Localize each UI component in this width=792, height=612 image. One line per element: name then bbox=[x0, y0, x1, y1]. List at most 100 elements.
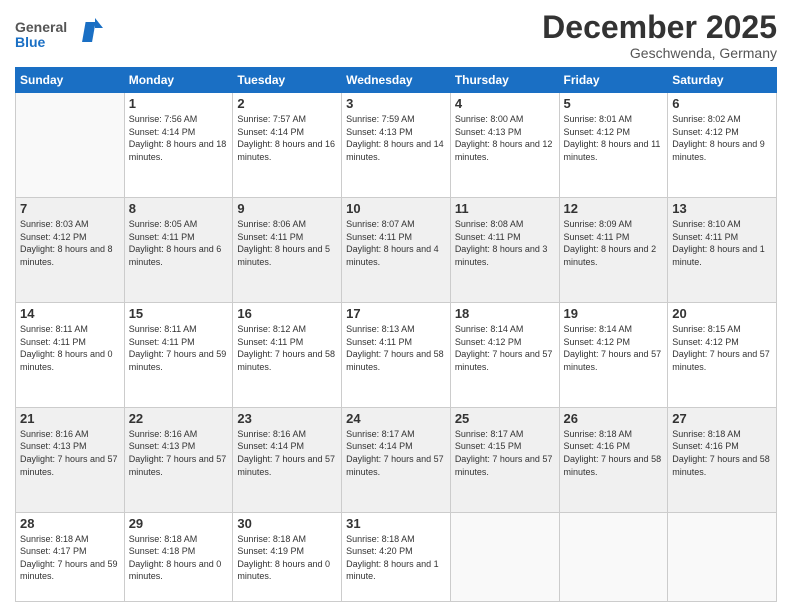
day-info: Sunrise: 8:18 AMSunset: 4:16 PMDaylight:… bbox=[672, 428, 772, 478]
day-number: 20 bbox=[672, 306, 772, 321]
calendar-cell: 12 Sunrise: 8:09 AMSunset: 4:11 PMDayligh… bbox=[559, 198, 668, 303]
day-number: 7 bbox=[20, 201, 120, 216]
calendar-cell bbox=[450, 512, 559, 601]
day-info: Sunrise: 7:59 AMSunset: 4:13 PMDaylight:… bbox=[346, 113, 446, 163]
day-number: 26 bbox=[564, 411, 664, 426]
logo-text: General Blue bbox=[15, 14, 105, 57]
calendar-week-row: 1 Sunrise: 7:56 AMSunset: 4:14 PMDaylight… bbox=[16, 93, 777, 198]
day-number: 3 bbox=[346, 96, 446, 111]
day-info: Sunrise: 8:06 AMSunset: 4:11 PMDaylight:… bbox=[237, 218, 337, 268]
calendar-cell: 28Sunrise: 8:18 AMSunset: 4:17 PMDayligh… bbox=[16, 512, 125, 601]
logo: General Blue bbox=[15, 14, 105, 57]
day-number: 14 bbox=[20, 306, 120, 321]
calendar-cell: 18Sunrise: 8:14 AMSunset: 4:12 PMDayligh… bbox=[450, 302, 559, 407]
day-number: 22 bbox=[129, 411, 229, 426]
day-number: 12 bbox=[564, 201, 664, 216]
day-info: Sunrise: 8:11 AMSunset: 4:11 PMDaylight:… bbox=[20, 323, 120, 373]
calendar-cell: 3 Sunrise: 7:59 AMSunset: 4:13 PMDaylight… bbox=[342, 93, 451, 198]
calendar-cell: 13 Sunrise: 8:10 AMSunset: 4:11 PMDayligh… bbox=[668, 198, 777, 303]
calendar-cell: 4 Sunrise: 8:00 AMSunset: 4:13 PMDaylight… bbox=[450, 93, 559, 198]
header-friday: Friday bbox=[559, 68, 668, 93]
month-title: December 2025 bbox=[542, 10, 777, 45]
page: General Blue December 2025 Geschwenda, G… bbox=[0, 0, 792, 612]
day-number: 19 bbox=[564, 306, 664, 321]
calendar-cell: 20 Sunrise: 8:15 AMSunset: 4:12 PMDayligh… bbox=[668, 302, 777, 407]
day-number: 9 bbox=[237, 201, 337, 216]
day-number: 30 bbox=[237, 516, 337, 531]
day-number: 29 bbox=[129, 516, 229, 531]
day-number: 13 bbox=[672, 201, 772, 216]
calendar-cell: 29 Sunrise: 8:18 AMSunset: 4:18 PMDayligh… bbox=[124, 512, 233, 601]
header-wednesday: Wednesday bbox=[342, 68, 451, 93]
day-number: 10 bbox=[346, 201, 446, 216]
day-number: 25 bbox=[455, 411, 555, 426]
day-info: Sunrise: 7:57 AMSunset: 4:14 PMDaylight:… bbox=[237, 113, 337, 163]
day-info: Sunrise: 8:13 AMSunset: 4:11 PMDaylight:… bbox=[346, 323, 446, 373]
day-number: 21 bbox=[20, 411, 120, 426]
calendar-cell: 14 Sunrise: 8:11 AMSunset: 4:11 PMDayligh… bbox=[16, 302, 125, 407]
header-sunday: Sunday bbox=[16, 68, 125, 93]
calendar-week-row: 7 Sunrise: 8:03 AMSunset: 4:12 PMDaylight… bbox=[16, 198, 777, 303]
calendar-cell: 11Sunrise: 8:08 AMSunset: 4:11 PMDayligh… bbox=[450, 198, 559, 303]
day-info: Sunrise: 8:17 AMSunset: 4:14 PMDaylight:… bbox=[346, 428, 446, 478]
title-area: December 2025 Geschwenda, Germany bbox=[542, 10, 777, 61]
day-info: Sunrise: 8:15 AMSunset: 4:12 PMDaylight:… bbox=[672, 323, 772, 373]
calendar-cell: 30Sunrise: 8:18 AMSunset: 4:19 PMDayligh… bbox=[233, 512, 342, 601]
day-info: Sunrise: 8:16 AMSunset: 4:13 PMDaylight:… bbox=[129, 428, 229, 478]
day-info: Sunrise: 8:00 AMSunset: 4:13 PMDaylight:… bbox=[455, 113, 555, 163]
day-info: Sunrise: 8:02 AMSunset: 4:12 PMDaylight:… bbox=[672, 113, 772, 163]
day-number: 17 bbox=[346, 306, 446, 321]
day-info: Sunrise: 7:56 AMSunset: 4:14 PMDaylight:… bbox=[129, 113, 229, 163]
day-info: Sunrise: 8:16 AMSunset: 4:13 PMDaylight:… bbox=[20, 428, 120, 478]
day-info: Sunrise: 8:18 AMSunset: 4:18 PMDaylight:… bbox=[129, 533, 229, 583]
calendar-cell: 6 Sunrise: 8:02 AMSunset: 4:12 PMDaylight… bbox=[668, 93, 777, 198]
day-number: 23 bbox=[237, 411, 337, 426]
location: Geschwenda, Germany bbox=[542, 45, 777, 61]
calendar-cell: 25 Sunrise: 8:17 AMSunset: 4:15 PMDayligh… bbox=[450, 407, 559, 512]
header-tuesday: Tuesday bbox=[233, 68, 342, 93]
calendar-cell bbox=[668, 512, 777, 601]
calendar-cell: 9 Sunrise: 8:06 AMSunset: 4:11 PMDaylight… bbox=[233, 198, 342, 303]
day-info: Sunrise: 8:01 AMSunset: 4:12 PMDaylight:… bbox=[564, 113, 664, 163]
svg-text:Blue: Blue bbox=[15, 34, 46, 50]
calendar-cell bbox=[559, 512, 668, 601]
calendar-cell bbox=[16, 93, 125, 198]
day-number: 27 bbox=[672, 411, 772, 426]
day-info: Sunrise: 8:18 AMSunset: 4:16 PMDaylight:… bbox=[564, 428, 664, 478]
header: General Blue December 2025 Geschwenda, G… bbox=[15, 10, 777, 61]
header-saturday: Saturday bbox=[668, 68, 777, 93]
svg-text:General: General bbox=[15, 19, 67, 35]
day-info: Sunrise: 8:05 AMSunset: 4:11 PMDaylight:… bbox=[129, 218, 229, 268]
day-number: 4 bbox=[455, 96, 555, 111]
calendar-cell: 17 Sunrise: 8:13 AMSunset: 4:11 PMDayligh… bbox=[342, 302, 451, 407]
day-info: Sunrise: 8:12 AMSunset: 4:11 PMDaylight:… bbox=[237, 323, 337, 373]
day-info: Sunrise: 8:09 AMSunset: 4:11 PMDaylight:… bbox=[564, 218, 664, 268]
day-number: 8 bbox=[129, 201, 229, 216]
day-info: Sunrise: 8:14 AMSunset: 4:12 PMDaylight:… bbox=[455, 323, 555, 373]
calendar-week-row: 14 Sunrise: 8:11 AMSunset: 4:11 PMDayligh… bbox=[16, 302, 777, 407]
calendar-cell: 8 Sunrise: 8:05 AMSunset: 4:11 PMDaylight… bbox=[124, 198, 233, 303]
day-info: Sunrise: 8:18 AMSunset: 4:20 PMDaylight:… bbox=[346, 533, 446, 583]
calendar-cell: 19Sunrise: 8:14 AMSunset: 4:12 PMDayligh… bbox=[559, 302, 668, 407]
day-number: 1 bbox=[129, 96, 229, 111]
day-info: Sunrise: 8:03 AMSunset: 4:12 PMDaylight:… bbox=[20, 218, 120, 268]
day-number: 24 bbox=[346, 411, 446, 426]
calendar-cell: 16Sunrise: 8:12 AMSunset: 4:11 PMDayligh… bbox=[233, 302, 342, 407]
header-monday: Monday bbox=[124, 68, 233, 93]
weekday-header-row: Sunday Monday Tuesday Wednesday Thursday… bbox=[16, 68, 777, 93]
day-number: 15 bbox=[129, 306, 229, 321]
day-number: 31 bbox=[346, 516, 446, 531]
day-number: 28 bbox=[20, 516, 120, 531]
day-number: 5 bbox=[564, 96, 664, 111]
day-number: 11 bbox=[455, 201, 555, 216]
day-info: Sunrise: 8:17 AMSunset: 4:15 PMDaylight:… bbox=[455, 428, 555, 478]
calendar-cell: 2Sunrise: 7:57 AMSunset: 4:14 PMDaylight… bbox=[233, 93, 342, 198]
day-number: 6 bbox=[672, 96, 772, 111]
calendar-cell: 15 Sunrise: 8:11 AMSunset: 4:11 PMDayligh… bbox=[124, 302, 233, 407]
day-info: Sunrise: 8:10 AMSunset: 4:11 PMDaylight:… bbox=[672, 218, 772, 268]
calendar-cell: 31 Sunrise: 8:18 AMSunset: 4:20 PMDayligh… bbox=[342, 512, 451, 601]
calendar-cell: 7 Sunrise: 8:03 AMSunset: 4:12 PMDaylight… bbox=[16, 198, 125, 303]
calendar-cell: 10Sunrise: 8:07 AMSunset: 4:11 PMDayligh… bbox=[342, 198, 451, 303]
calendar-cell: 26 Sunrise: 8:18 AMSunset: 4:16 PMDayligh… bbox=[559, 407, 668, 512]
day-info: Sunrise: 8:11 AMSunset: 4:11 PMDaylight:… bbox=[129, 323, 229, 373]
